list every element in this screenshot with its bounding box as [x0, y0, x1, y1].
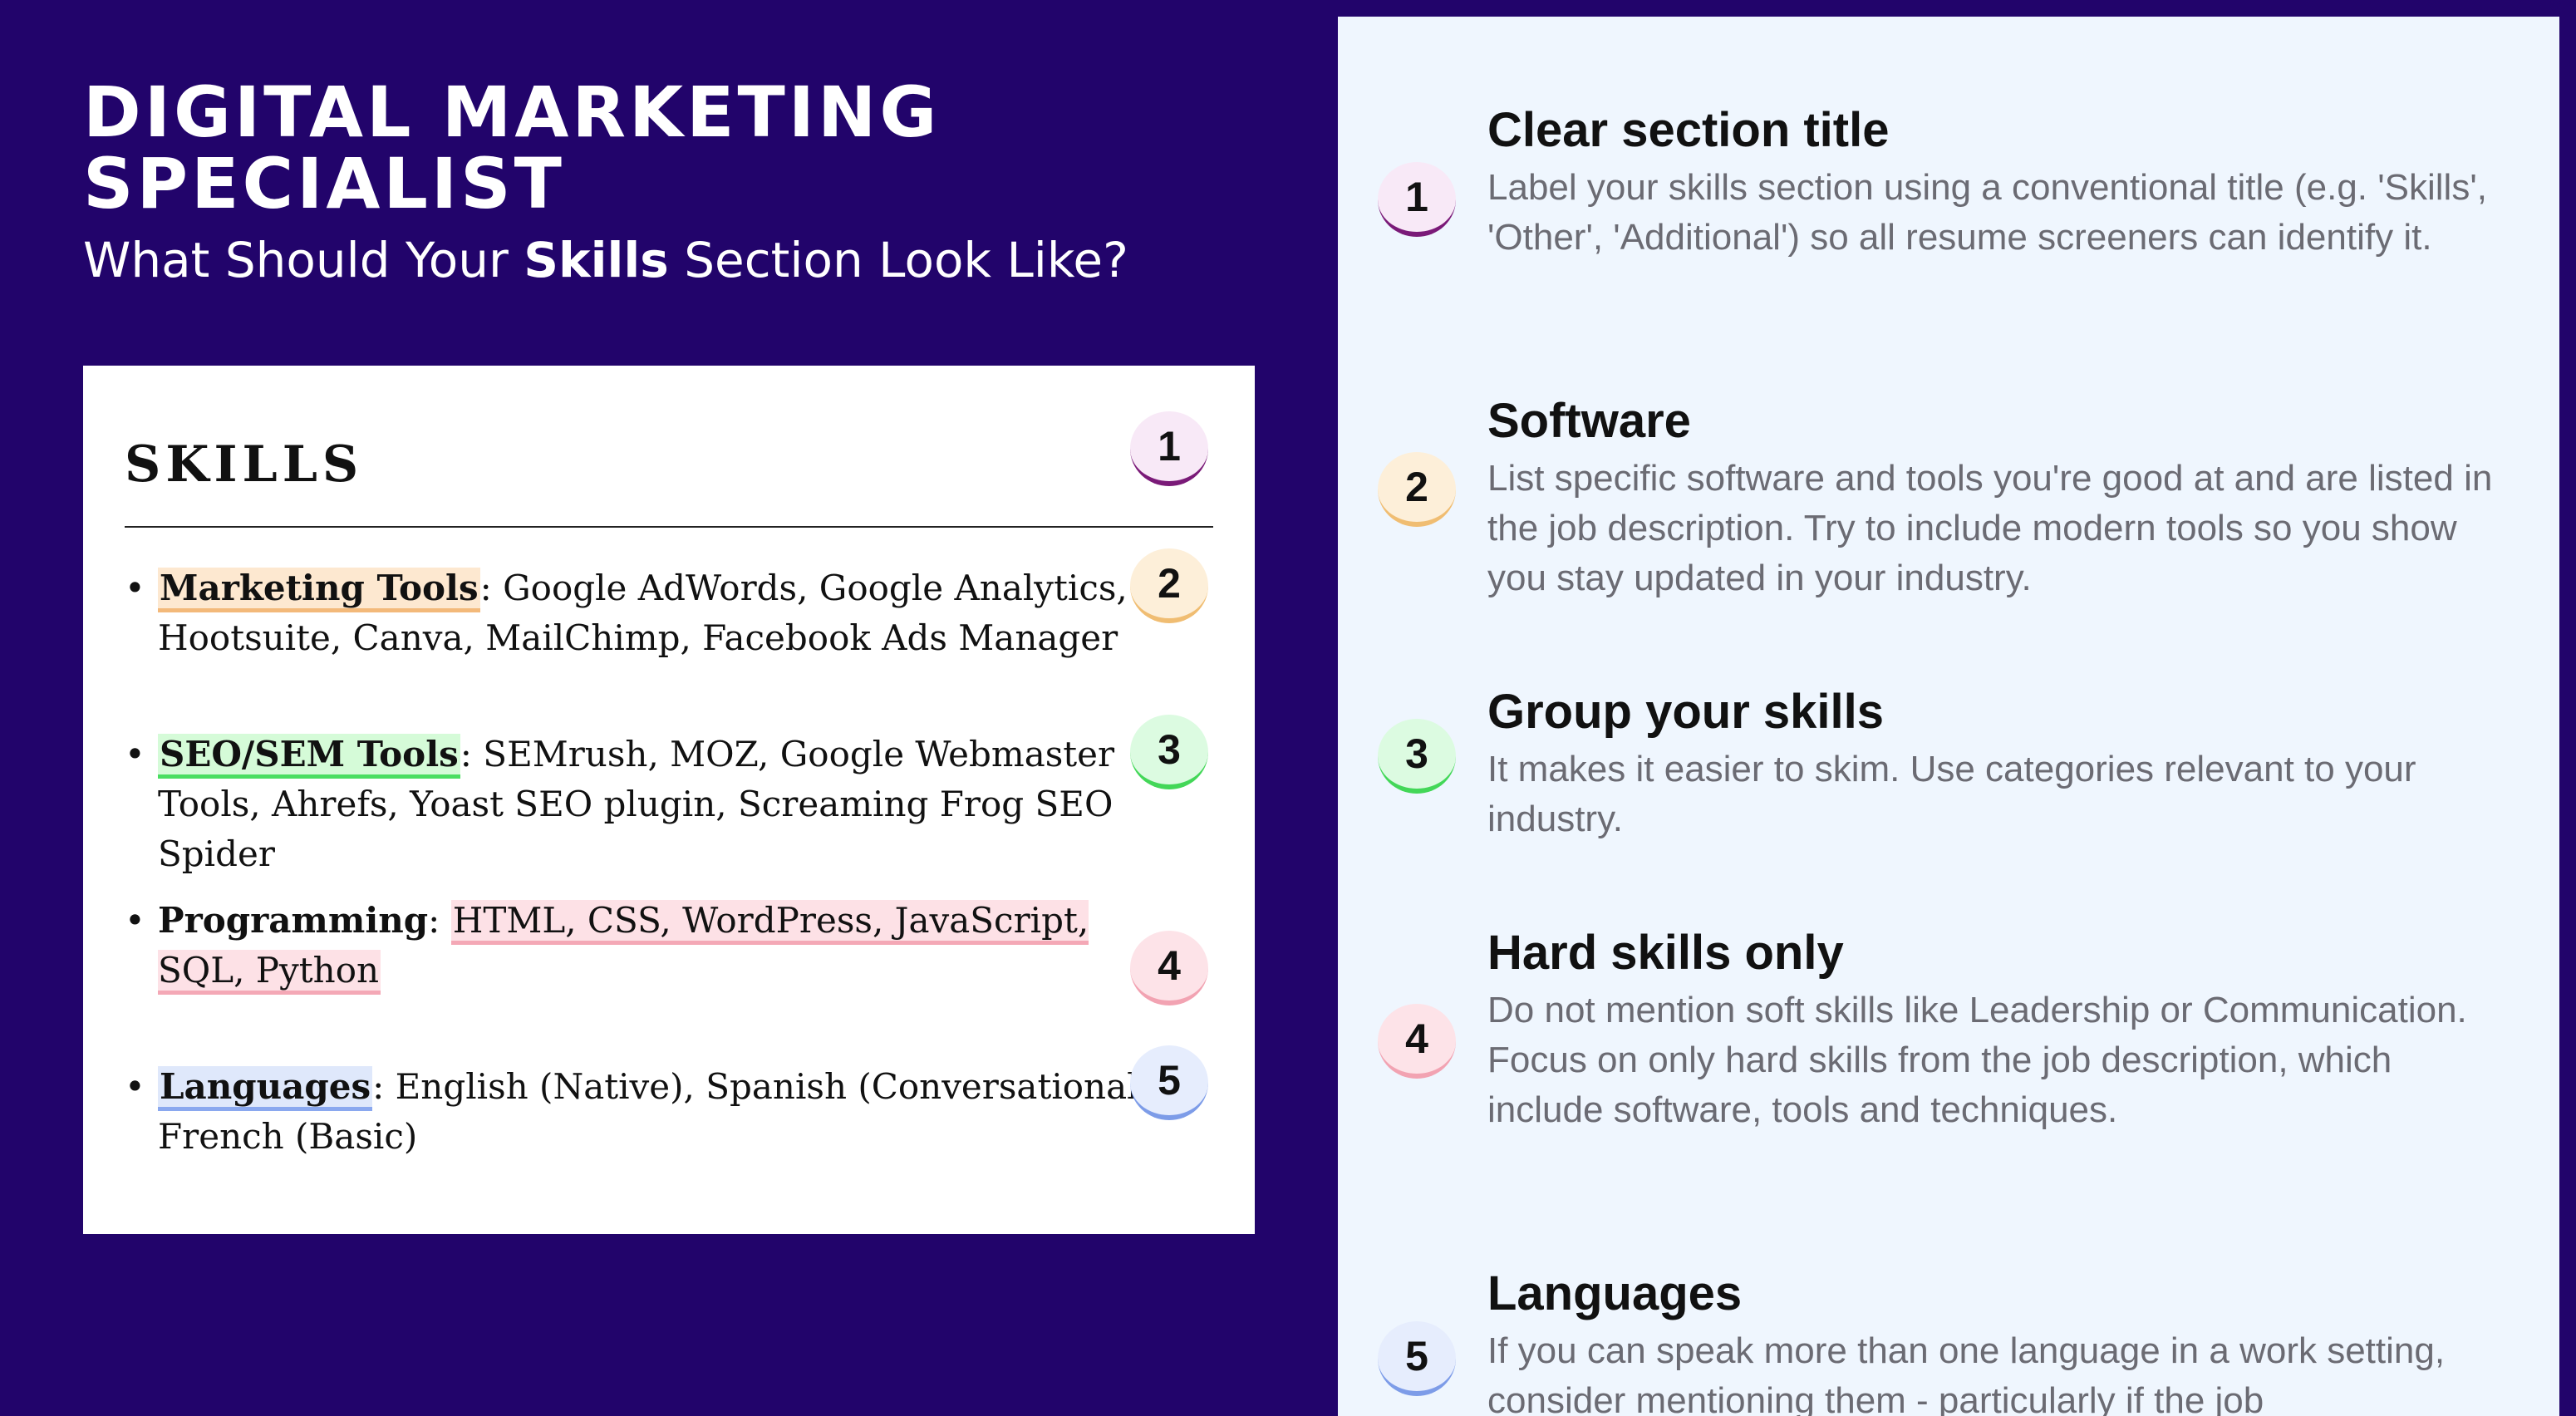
bullet: •: [125, 734, 145, 774]
tip-body: If you can speak more than one language …: [1487, 1330, 2446, 1416]
tip-group-your-skills: Group your skills It makes it easier to …: [1487, 683, 2501, 844]
badge-1: 1: [1130, 411, 1208, 486]
skill-label: Programming: [158, 900, 429, 941]
badge-5: 5: [1130, 1045, 1208, 1120]
tip-badge-2: 2: [1378, 452, 1456, 527]
skill-label: Languages: [158, 1066, 373, 1111]
tip-title: Clear section title: [1487, 103, 1890, 157]
skill-text: SEO/SEM Tools: SEMrush, MOZ, Google Webm…: [158, 730, 1180, 879]
skill-label: Marketing Tools: [158, 568, 480, 612]
tip-title: Software: [1487, 394, 1691, 448]
tip-languages: Languages If you can speak more than one…: [1487, 1265, 2501, 1416]
skill-text: Marketing Tools: Google AdWords, Google …: [158, 563, 1180, 663]
bullet: •: [125, 900, 145, 941]
tip-body: Label your skills section using a conven…: [1487, 167, 2487, 258]
badge-2: 2: [1130, 548, 1208, 623]
skill-separator: :: [428, 900, 451, 941]
bullet: •: [125, 568, 145, 608]
tip-badge-1: 1: [1378, 162, 1456, 237]
tip-badge-4: 4: [1378, 1004, 1456, 1079]
skill-label: SEO/SEM Tools: [158, 734, 460, 779]
subtitle-after: Section Look Like?: [668, 232, 1128, 288]
skill-text: Programming: HTML, CSS, WordPress, JavaS…: [158, 896, 1180, 996]
badge-3: 3: [1130, 715, 1208, 789]
tip-title: Group your skills: [1487, 685, 1884, 739]
heading-divider: [125, 526, 1213, 528]
skills-heading: SKILLS: [125, 435, 364, 494]
page-header: DIGITAL MARKETING SPECIALIST What Should…: [83, 76, 1263, 289]
tip-title: Languages: [1487, 1266, 1743, 1320]
subtitle-bold: Skills: [524, 232, 669, 288]
tip-clear-section-title: Clear section title Label your skills se…: [1487, 101, 2501, 263]
badge-4: 4: [1130, 931, 1208, 1005]
tip-title: Hard skills only: [1487, 926, 1844, 980]
tip-badge-3: 3: [1378, 719, 1456, 794]
tip-hard-skills-only: Hard skills only Do not mention soft ski…: [1487, 924, 2501, 1135]
job-title: DIGITAL MARKETING SPECIALIST: [83, 71, 941, 224]
tip-software: Software List specific software and tool…: [1487, 392, 2501, 603]
tip-badge-5: 5: [1378, 1321, 1456, 1396]
tip-body: List specific software and tools you're …: [1487, 458, 2493, 598]
tip-body: It makes it easier to skim. Use categori…: [1487, 749, 2416, 839]
page-subtitle: What Should Your Skills Section Look Lik…: [83, 231, 1263, 289]
bullet: •: [125, 1066, 145, 1107]
tips-panel: 1 Clear section title Label your skills …: [1338, 17, 2559, 1416]
resume-skills-card: SKILLS • Marketing Tools: Google AdWords…: [83, 366, 1255, 1234]
subtitle-before: What Should Your: [83, 232, 524, 288]
tip-body: Do not mention soft skills like Leadersh…: [1487, 990, 2467, 1130]
skill-text: Languages: English (Native), Spanish (Co…: [158, 1062, 1180, 1162]
